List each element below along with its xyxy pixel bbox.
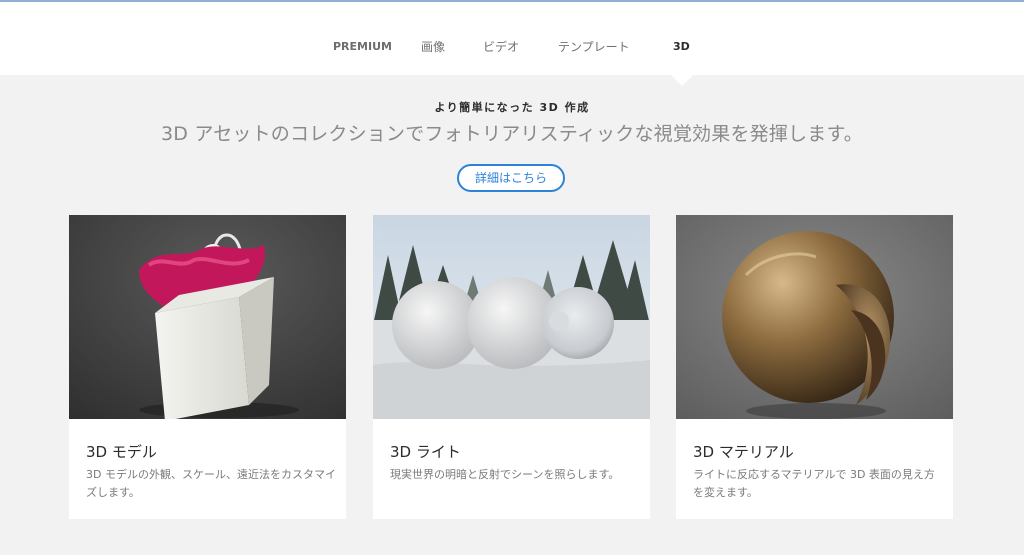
card-description: ライトに反応するマテリアルで 3D 表面の見え方を変えます。 bbox=[693, 468, 935, 499]
card-3d-models[interactable]: 3D モデル 3D モデルの外観、スケール、遠近法をカスタマイズします。 bbox=[69, 215, 346, 519]
tab-images[interactable]: 画像 bbox=[421, 38, 445, 55]
learn-more-button[interactable]: 詳細はこちら bbox=[457, 164, 565, 192]
active-tab-indicator bbox=[671, 75, 693, 86]
card-title: 3D モデル bbox=[86, 443, 157, 461]
card-description: 3D モデルの外観、スケール、遠近法をカスタマイズします。 bbox=[86, 468, 336, 499]
tab-video[interactable]: ビデオ bbox=[483, 38, 519, 55]
hero-headline: 3D アセットのコレクションでフォトリアリスティックな視覚効果を発揮します。 bbox=[161, 123, 863, 145]
card-title: 3D ライト bbox=[390, 443, 461, 461]
card-3d-materials[interactable]: 3D マテリアル ライトに反応するマテリアルで 3D 表面の見え方を変えます。 bbox=[676, 215, 953, 519]
shopping-bag-image bbox=[69, 215, 346, 419]
card-title: 3D マテリアル bbox=[693, 443, 794, 461]
card-3d-lights[interactable]: 3D ライト 現実世界の明暗と反射でシーンを照らします。 bbox=[373, 215, 650, 519]
bronze-sphere-image bbox=[676, 215, 953, 419]
tab-premium[interactable]: PREMIUM bbox=[333, 40, 392, 53]
hero-kicker: より簡単になった 3D 作成 bbox=[434, 101, 590, 114]
spheres-forest-image bbox=[373, 215, 650, 419]
tab-3d[interactable]: 3D bbox=[673, 40, 690, 53]
category-tab-bar: PREMIUM 画像 ビデオ テンプレート 3D bbox=[0, 2, 1024, 75]
tab-templates[interactable]: テンプレート bbox=[558, 38, 630, 55]
card-description: 現実世界の明暗と反射でシーンを照らします。 bbox=[390, 468, 620, 481]
